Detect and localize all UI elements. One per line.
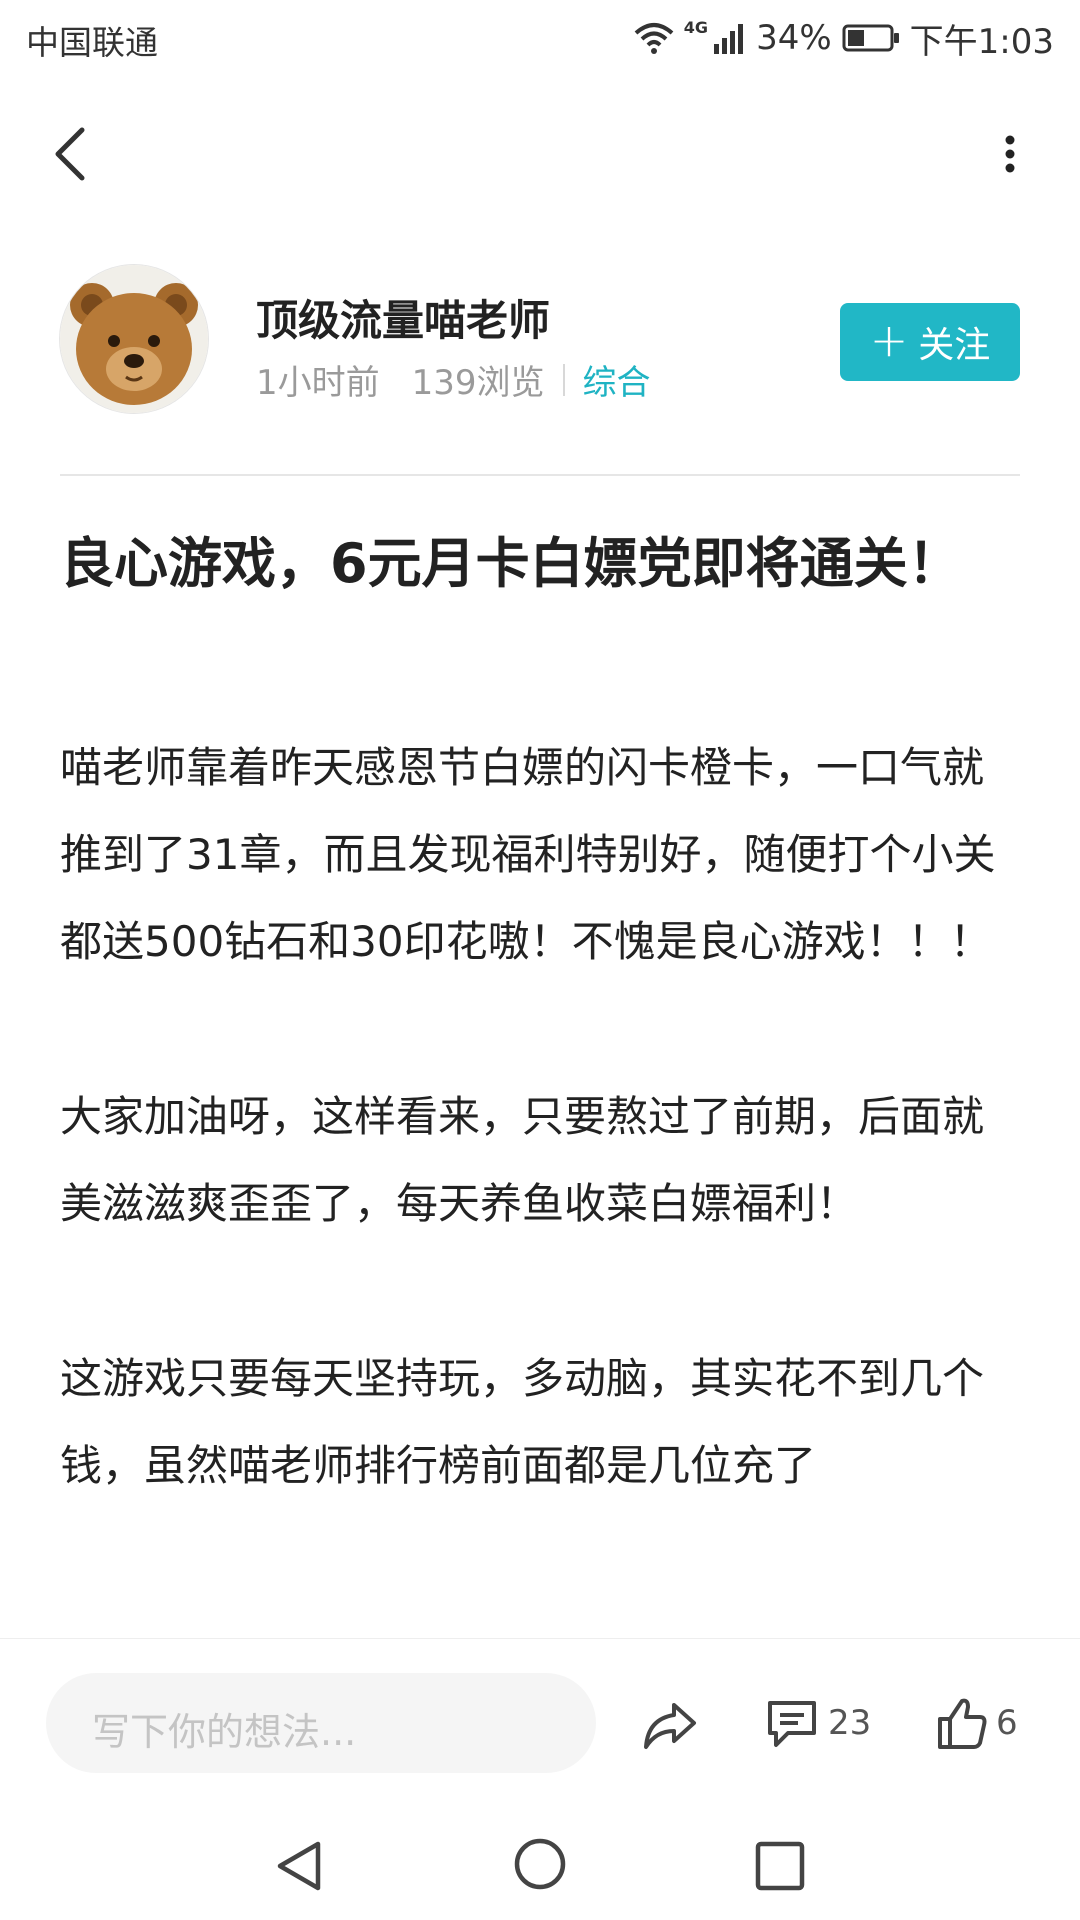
follow-button[interactable]: + 关注: [840, 303, 1020, 381]
battery-percent: 34%: [756, 18, 832, 58]
status-indicators: 4G 34% 下午1:03: [634, 14, 1054, 62]
share-icon: [644, 1703, 696, 1749]
post-meta: 1小时前 139浏览 综合: [256, 355, 651, 404]
post-time: 1小时前: [256, 363, 380, 403]
carrier-name: 中国联通: [26, 23, 158, 62]
nav-home-icon[interactable]: [512, 1836, 568, 1892]
wifi-icon: [634, 21, 674, 55]
comment-input[interactable]: 写下你的想法...: [46, 1673, 596, 1773]
nav-recents-icon[interactable]: [754, 1840, 806, 1892]
share-button[interactable]: [640, 1695, 700, 1755]
plus-icon: +: [869, 313, 909, 367]
author-name[interactable]: 顶级流量喵老师: [256, 287, 550, 348]
view-count: 139浏览: [411, 363, 545, 403]
status-bar: 中国联通 4G 34% 下午1:03: [0, 0, 1080, 76]
comment-button[interactable]: 23: [764, 1691, 871, 1755]
comment-bar: 写下你的想法... 23 6: [0, 1638, 1080, 1811]
like-count: 6: [996, 1703, 1018, 1743]
follow-label: 关注: [918, 325, 991, 366]
top-nav: [0, 100, 1080, 210]
avatar[interactable]: [60, 265, 208, 413]
author-header: 顶级流量喵老师 1小时前 139浏览 综合 + 关注: [0, 265, 1080, 415]
network-type: 4G: [683, 18, 709, 37]
article-paragraph: 喵老师靠着昨天感恩节白嫖的闪卡橙卡，一口气就推到了31章，而且发现福利特别好，随…: [60, 743, 996, 966]
article-title: 良心游戏，6元月卡白嫖党即将通关！: [60, 532, 962, 595]
like-icon: [938, 1698, 987, 1749]
back-button[interactable]: [40, 124, 100, 184]
header-divider: [60, 474, 1020, 476]
back-icon: [55, 127, 85, 181]
article-paragraph: 这游戏只要每天坚持玩，多动脑，其实花不到几个钱，虽然喵老师排行榜前面都是几位充了: [60, 1354, 985, 1490]
signal-icon: [712, 22, 746, 54]
comment-icon: [768, 1701, 816, 1747]
comment-count: 23: [828, 1703, 872, 1743]
nav-back-icon[interactable]: [272, 1838, 328, 1894]
category-link[interactable]: 综合: [583, 355, 651, 404]
like-button[interactable]: 6: [936, 1691, 1018, 1755]
clock: 下午1:03: [909, 21, 1054, 62]
more-icon: [1005, 135, 1015, 173]
battery-icon: [842, 23, 900, 53]
article-body[interactable]: 喵老师靠着昨天感恩节白嫖的闪卡橙卡，一口气就推到了31章，而且发现福利特别好，随…: [60, 724, 1025, 1634]
comment-placeholder: 写下你的想法...: [92, 1710, 357, 1754]
system-nav-bar: [0, 1810, 1080, 1920]
meta-divider: [562, 363, 565, 396]
more-button[interactable]: [980, 124, 1040, 184]
article-paragraph: 大家加油呀，这样看来，只要熬过了前期，后面就美滋滋爽歪歪了，每天养鱼收菜白嫖福利…: [60, 1092, 985, 1228]
